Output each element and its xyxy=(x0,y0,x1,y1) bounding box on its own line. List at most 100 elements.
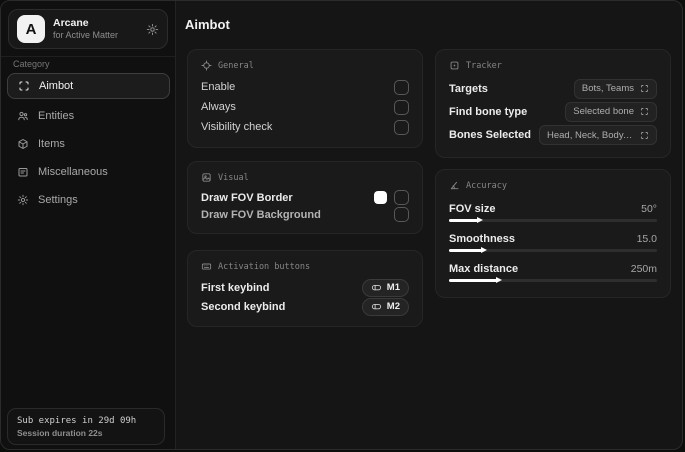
keybind-value: M2 xyxy=(386,301,400,312)
sidebar-item-label: Aimbot xyxy=(39,80,74,92)
max-distance-slider[interactable] xyxy=(449,276,657,283)
slider-label: FOV size xyxy=(449,202,496,215)
dropdown-value: Head, Neck, Body, Pe.. xyxy=(547,129,634,141)
sidebar-item-label: Settings xyxy=(38,194,78,206)
sidebar-item-label: Entities xyxy=(38,110,75,122)
keybind-value: M1 xyxy=(386,282,400,293)
dropdown-value: Bots, Teams xyxy=(581,83,634,95)
slider-fill[interactable] xyxy=(449,246,488,253)
panel-accuracy: Accuracy FOV size 50° Smoothness 15.0 Ma… xyxy=(435,169,671,298)
setting-label: Second keybind xyxy=(201,300,286,313)
slider-label: Smoothness xyxy=(449,232,516,245)
setting-label: Visibility check xyxy=(201,121,273,133)
image-icon xyxy=(201,172,212,183)
category-label: Category xyxy=(13,59,50,69)
visibility-check-checkbox[interactable] xyxy=(394,119,409,135)
setting-row-find-bone-type: Find bone type Selected bone xyxy=(449,100,657,123)
panel-tracker: Tracker Targets Bots, Teams Find bone ty… xyxy=(435,49,671,158)
setting-label: Draw FOV Border xyxy=(201,191,293,204)
setting-label: Bones Selected xyxy=(449,129,531,142)
second-keybind-button[interactable]: M2 xyxy=(361,297,409,316)
gear-icon[interactable] xyxy=(146,23,159,36)
cube-icon xyxy=(17,138,29,150)
app-logo-letter: A xyxy=(25,20,37,38)
mouse-icon xyxy=(371,301,382,312)
panel-title: Visual xyxy=(218,172,249,183)
find-bone-type-dropdown[interactable]: Selected bone xyxy=(565,101,657,122)
sidebar: A Arcane for Active Matter Category Aimb xyxy=(1,1,176,449)
max-distance-slider-group: Max distance 250m xyxy=(449,257,657,287)
subscription-card: Sub expires in 29d 09h Session duration … xyxy=(7,408,165,445)
setting-label: Always xyxy=(201,101,236,113)
app-header-card: A Arcane for Active Matter xyxy=(8,9,168,49)
setting-row-enable: Enable xyxy=(201,77,409,97)
panel-visual: Visual Draw FOV Border Draw FOV Backgrou… xyxy=(187,161,423,234)
fov-size-slider[interactable] xyxy=(449,216,657,223)
setting-label: First keybind xyxy=(201,281,270,294)
slider-value: 15.0 xyxy=(636,232,657,245)
slider-fill[interactable] xyxy=(449,216,484,223)
panel-activation-buttons: Activation buttons First keybind M1 Seco… xyxy=(187,250,423,327)
panel-general-header: General xyxy=(201,60,409,71)
setting-label: Enable xyxy=(201,81,236,93)
setting-row-visibility-check: Visibility check xyxy=(201,117,409,137)
dropdown-value: Selected bone xyxy=(573,106,634,118)
sidebar-item-settings[interactable]: Settings xyxy=(7,187,170,213)
setting-row-draw-fov-border: Draw FOV Border xyxy=(201,189,409,206)
always-checkbox[interactable] xyxy=(394,99,409,115)
panel-title: Accuracy xyxy=(466,180,507,191)
setting-row-targets: Targets Bots, Teams xyxy=(449,77,657,100)
targets-dropdown[interactable]: Bots, Teams xyxy=(573,78,657,99)
session-duration-text: Session duration 22s xyxy=(17,427,103,438)
slider-fill[interactable] xyxy=(449,276,502,283)
smoothness-slider-group: Smoothness 15.0 xyxy=(449,227,657,257)
enable-checkbox[interactable] xyxy=(394,79,409,95)
app-title-block: Arcane for Active Matter xyxy=(53,17,138,41)
sidebar-divider xyxy=(1,56,175,57)
mouse-icon xyxy=(371,282,382,293)
first-keybind-button[interactable]: M1 xyxy=(361,278,409,297)
setting-label: Find bone type xyxy=(449,105,528,118)
draw-fov-background-checkbox[interactable] xyxy=(394,207,409,222)
panel-accuracy-header: Accuracy xyxy=(449,180,657,191)
app-name: Arcane xyxy=(53,16,89,29)
bones-selected-dropdown[interactable]: Head, Neck, Body, Pe.. xyxy=(539,125,657,146)
setting-row-always: Always xyxy=(201,97,409,117)
panel-general: General Enable Always Visibility check xyxy=(187,49,423,148)
angle-icon xyxy=(449,180,460,191)
users-icon xyxy=(17,110,29,122)
fov-border-color-swatch[interactable] xyxy=(374,191,387,204)
panel-title: General xyxy=(218,60,254,71)
smoothness-slider[interactable] xyxy=(449,246,657,253)
panel-title: Tracker xyxy=(466,60,502,71)
app-logo: A xyxy=(17,15,45,43)
sidebar-item-items[interactable]: Items xyxy=(7,131,170,157)
sidebar-item-miscellaneous[interactable]: Miscellaneous xyxy=(7,159,170,185)
expand-corners-icon xyxy=(640,131,649,140)
panel-visual-header: Visual xyxy=(201,172,409,183)
sidebar-item-label: Items xyxy=(38,138,65,150)
fov-size-slider-group: FOV size 50° xyxy=(449,197,657,227)
setting-row-second-keybind: Second keybind M2 xyxy=(201,297,409,316)
crosshair-icon xyxy=(201,60,212,71)
panel-activation-header: Activation buttons xyxy=(201,261,409,272)
app-subtitle: for Active Matter xyxy=(53,29,119,40)
slider-label: Max distance xyxy=(449,262,519,275)
slider-value: 50° xyxy=(641,202,657,215)
list-card-icon xyxy=(17,166,29,178)
setting-controls xyxy=(374,190,409,205)
setting-row-bones-selected: Bones Selected Head, Neck, Body, Pe.. xyxy=(449,124,657,147)
slider-value: 250m xyxy=(630,262,657,275)
draw-fov-border-checkbox[interactable] xyxy=(394,190,409,205)
panel-title: Activation buttons xyxy=(218,261,311,272)
app-window: A Arcane for Active Matter Category Aimb xyxy=(0,0,683,450)
sidebar-item-aimbot[interactable]: Aimbot xyxy=(7,73,170,99)
crosshair-scan-icon xyxy=(18,80,30,92)
sidebar-item-entities[interactable]: Entities xyxy=(7,103,170,129)
expand-corners-icon xyxy=(640,107,649,116)
panel-tracker-header: Tracker xyxy=(449,60,657,71)
expand-corners-icon xyxy=(640,84,649,93)
setting-label: Draw FOV Background xyxy=(201,208,321,221)
setting-row-first-keybind: First keybind M1 xyxy=(201,278,409,297)
sidebar-item-label: Miscellaneous xyxy=(38,166,108,178)
